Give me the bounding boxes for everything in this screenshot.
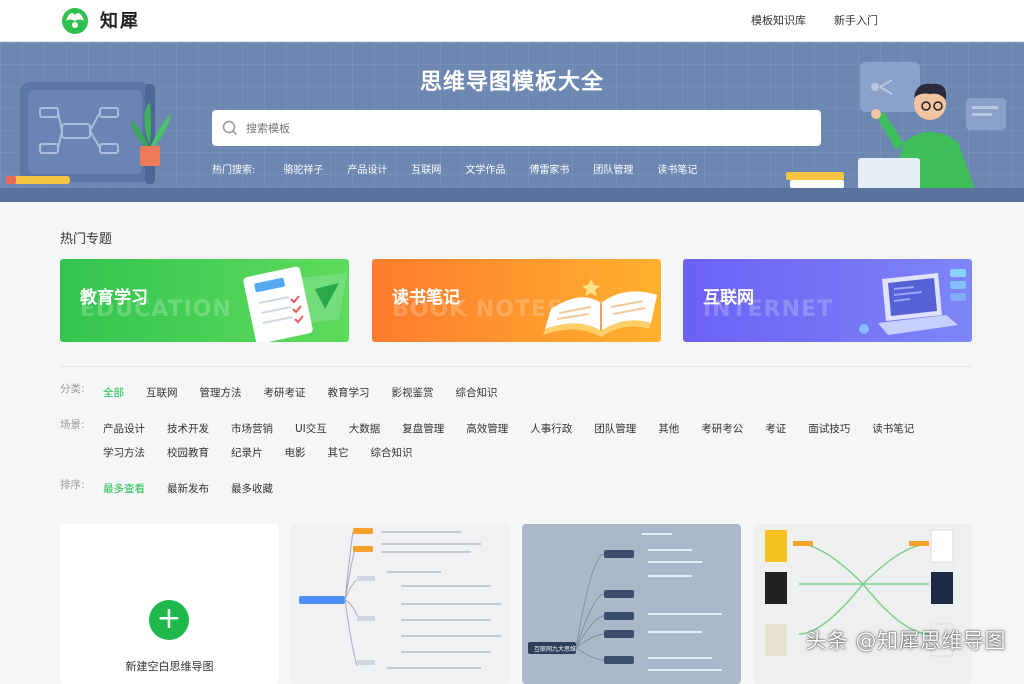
scene-option[interactable]: 其他 xyxy=(658,417,679,441)
rhino-logo-icon xyxy=(62,8,88,34)
brand-logo[interactable]: 知犀 xyxy=(60,5,140,35)
topic-card-book-notes[interactable]: 读书笔记 BOOK NOTES xyxy=(372,259,661,342)
hot-term[interactable]: 傅雷家书 xyxy=(529,161,569,176)
scene-filter: 场景: 产品设计 技术开发 市场营销 UI交互 大数据 复盘管理 高效管理 人事… xyxy=(60,417,963,465)
category-option[interactable]: 全部 xyxy=(103,381,124,405)
scene-option[interactable]: 纪录片 xyxy=(231,441,263,465)
scene-option[interactable]: 综合知识 xyxy=(371,441,413,465)
hot-term[interactable]: 团队管理 xyxy=(593,161,633,176)
scene-option[interactable]: 高效管理 xyxy=(466,417,508,441)
new-blank-mindmap-card[interactable]: + 新建空白思维导图 xyxy=(60,524,279,684)
topic-label: 读书笔记 xyxy=(392,288,460,308)
template-card[interactable] xyxy=(753,524,972,684)
search-icon xyxy=(222,120,238,136)
scene-option[interactable]: 考证 xyxy=(765,417,786,441)
watermark-text: 头条 @知犀思维导图 xyxy=(805,629,1006,653)
top-navigation-bar: 知犀 模板知识库 新手入门 xyxy=(0,0,1024,42)
topic-card-internet[interactable]: 互联网 INTERNET xyxy=(683,259,972,342)
sort-option[interactable]: 最多查看 xyxy=(103,477,145,501)
scene-filter-label: 场景: xyxy=(60,419,85,431)
scene-option[interactable]: 复盘管理 xyxy=(402,417,444,441)
scene-option[interactable]: 读书笔记 xyxy=(872,417,914,441)
hot-term[interactable]: 骆驼祥子 xyxy=(283,161,323,176)
template-card[interactable] xyxy=(291,524,510,684)
category-option[interactable]: 互联网 xyxy=(146,381,178,405)
category-option[interactable]: 综合知识 xyxy=(456,381,498,405)
template-search-box[interactable] xyxy=(212,110,821,146)
plus-icon: + xyxy=(149,600,189,640)
sort-option[interactable]: 最新发布 xyxy=(167,477,209,501)
scene-option[interactable]: 电影 xyxy=(285,441,306,465)
hot-searches: 热门搜索: 骆驼祥子 产品设计 互联网 文学作品 傅雷家书 团队管理 读书笔记 xyxy=(212,161,721,176)
scene-option[interactable]: UI交互 xyxy=(295,417,327,441)
nav-template-library[interactable]: 模板知识库 xyxy=(751,12,806,28)
nav-beginner-guide[interactable]: 新手入门 xyxy=(834,12,878,28)
top-nav: 模板知识库 新手入门 xyxy=(751,12,878,28)
mindmap-thumbnail: 互联网九大思维 xyxy=(528,533,722,671)
mindmap-thumbnail xyxy=(299,528,501,669)
hero-floor xyxy=(0,188,1024,202)
hot-search-label: 热门搜索: xyxy=(212,165,256,176)
thumbnail-center-topic: 互联网九大思维 xyxy=(534,645,576,653)
category-filter-label: 分类: xyxy=(60,383,85,395)
hot-term[interactable]: 互联网 xyxy=(411,161,441,176)
brand-name: 知犀 xyxy=(100,11,140,32)
sort-filter: 排序: 最多查看 最新发布 最多收藏 xyxy=(60,477,963,501)
person-laptop-illustration xyxy=(784,62,1006,198)
topic-label: 教育学习 xyxy=(80,288,148,308)
category-option[interactable]: 教育学习 xyxy=(328,381,370,405)
scene-option[interactable]: 大数据 xyxy=(349,417,381,441)
mindmap-thumbnail xyxy=(765,529,954,657)
category-option[interactable]: 考研考证 xyxy=(264,381,306,405)
hot-term[interactable]: 读书笔记 xyxy=(657,161,697,176)
scene-option[interactable]: 市场营销 xyxy=(231,417,273,441)
sort-filter-label: 排序: xyxy=(60,479,85,491)
sort-option[interactable]: 最多收藏 xyxy=(231,477,273,501)
scene-option[interactable]: 校园教育 xyxy=(167,441,209,465)
template-card[interactable]: 互联网九大思维 xyxy=(522,524,741,684)
scene-option[interactable]: 人事行政 xyxy=(530,417,572,441)
hero-banner: 思维导图模板大全 热门搜索: 骆驼祥子 产品设计 互联网 文学作品 傅雷家书 团… xyxy=(0,42,1024,202)
topic-card-education[interactable]: 教育学习 EDUCATION xyxy=(60,259,349,342)
category-option[interactable]: 影视鉴赏 xyxy=(392,381,434,405)
scene-option[interactable]: 面试技巧 xyxy=(808,417,850,441)
category-filter: 分类: 全部 互联网 管理方法 考研考证 教育学习 影视鉴赏 综合知识 xyxy=(60,381,963,405)
scene-option[interactable]: 考研考公 xyxy=(701,417,743,441)
topic-label: 互联网 xyxy=(703,288,754,308)
category-option[interactable]: 管理方法 xyxy=(200,381,242,405)
laptop-icon xyxy=(859,269,966,335)
hot-term[interactable]: 文学作品 xyxy=(465,161,505,176)
scene-option[interactable]: 学习方法 xyxy=(103,441,145,465)
study-notebook-icon xyxy=(243,266,347,342)
hot-term[interactable]: 产品设计 xyxy=(347,161,387,176)
scene-option[interactable]: 产品设计 xyxy=(103,417,145,441)
scene-option[interactable]: 团队管理 xyxy=(594,417,636,441)
scene-option[interactable]: 其它 xyxy=(328,441,349,465)
hot-topics-title: 热门专题 xyxy=(60,232,113,247)
scene-option[interactable]: 技术开发 xyxy=(167,417,209,441)
section-divider xyxy=(60,366,972,367)
new-blank-mindmap-label: 新建空白思维导图 xyxy=(125,660,214,673)
search-input[interactable] xyxy=(246,121,786,135)
